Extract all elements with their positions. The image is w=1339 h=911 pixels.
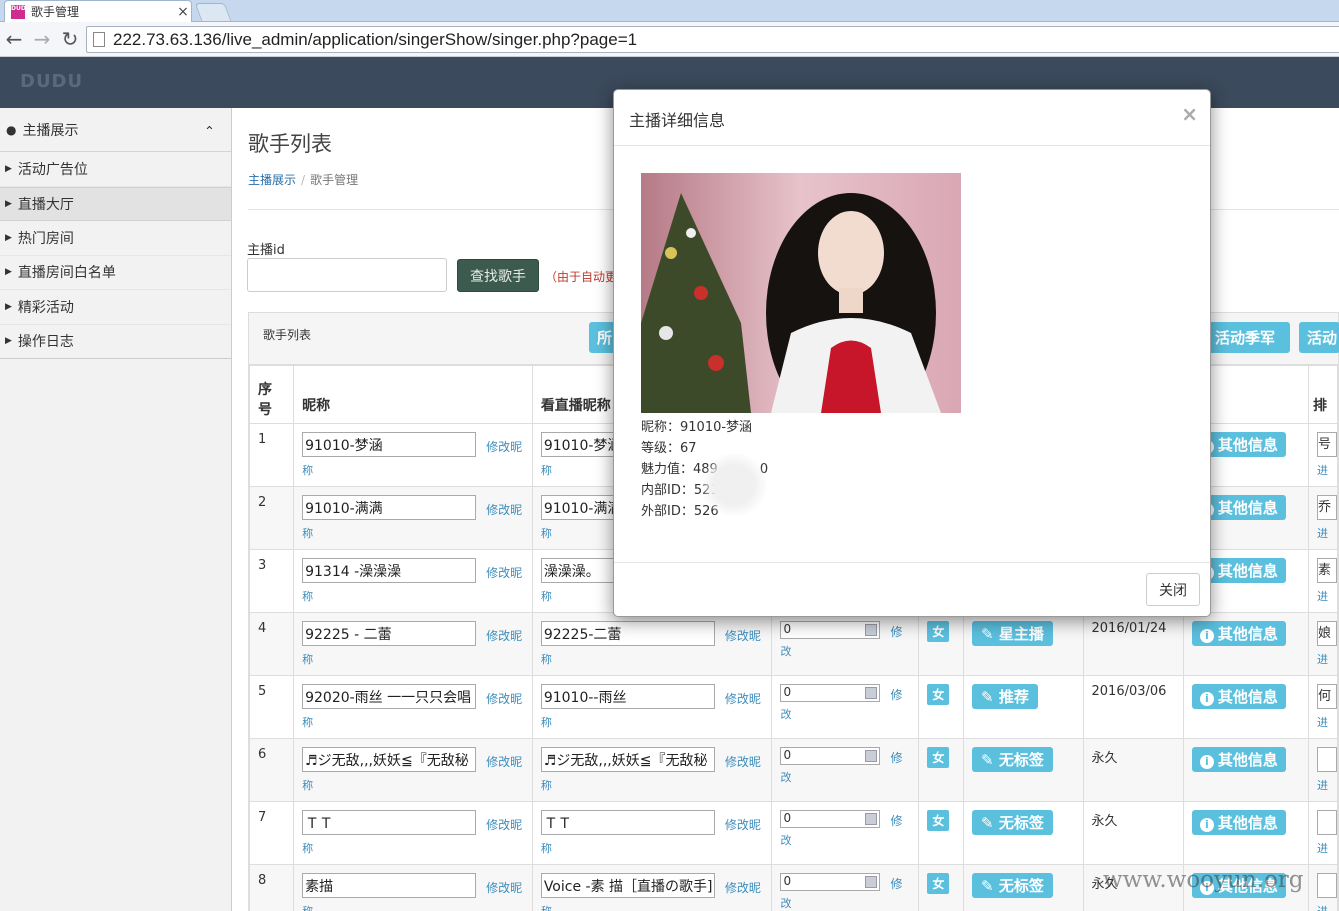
redaction-blur xyxy=(702,454,766,516)
modal-close-icon[interactable]: × xyxy=(1181,102,1198,126)
modal-body: 昵称：91010-梦涵 等级：67 魅力值：4890 内部ID：521 外部ID… xyxy=(614,146,1210,562)
modal-header: 主播详细信息 × xyxy=(614,90,1210,146)
singer-photo xyxy=(641,173,961,413)
back-arrow-icon[interactable]: ← xyxy=(0,27,28,51)
watermark: www.wooyun.org xyxy=(1103,867,1304,893)
detail-level: 等级：67 xyxy=(641,441,697,456)
modal-close-button[interactable]: 关闭 xyxy=(1146,573,1200,606)
page-icon xyxy=(93,32,105,47)
favicon-icon: DUDU xyxy=(11,4,31,19)
forward-arrow-icon[interactable]: → xyxy=(28,27,56,51)
new-tab-button[interactable] xyxy=(194,3,232,21)
singer-photo-image xyxy=(641,173,961,413)
browser-tabstrip: DUDU 歌手管理 × xyxy=(0,0,1339,22)
url-text: 222.73.63.136/live_admin/application/sin… xyxy=(113,29,638,49)
tab-title: 歌手管理 xyxy=(31,5,80,19)
address-bar[interactable]: 222.73.63.136/live_admin/application/sin… xyxy=(86,26,1339,53)
browser-tab[interactable]: DUDU 歌手管理 × xyxy=(4,0,192,22)
singer-detail-modal: 主播详细信息 × 昵称：91010-梦涵 等级：67 魅力值：489 内部ID：… xyxy=(613,89,1211,617)
modal-title: 主播详细信息 xyxy=(629,111,726,130)
reload-icon[interactable]: ↻ xyxy=(56,27,84,51)
detail-nickname: 昵称：91010-梦涵 xyxy=(641,420,753,435)
tab-close-icon[interactable]: × xyxy=(175,4,191,20)
modal-footer: 关闭 xyxy=(614,562,1210,617)
browser-toolbar: ← → ↻ 222.73.63.136/live_admin/applicati… xyxy=(0,22,1339,57)
